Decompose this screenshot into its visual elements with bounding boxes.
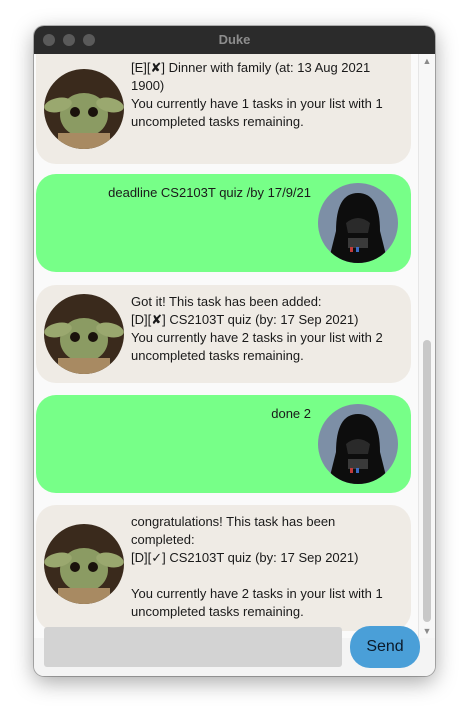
dialog-container[interactable]: [E][✘] Dinner with family (at: 13 Aug 20… xyxy=(34,54,435,638)
darth-vader-avatar-icon xyxy=(318,183,398,263)
user-message-text: deadline CS2103T quiz /by 17/9/21 xyxy=(108,185,311,200)
duke-message-bubble: congratulations! This task has been comp… xyxy=(36,505,411,631)
baby-yoda-avatar-icon xyxy=(44,524,124,604)
window-title: Duke xyxy=(218,32,251,47)
vertical-scrollbar[interactable]: ▲ ▼ xyxy=(418,54,435,638)
message-input[interactable] xyxy=(44,627,342,667)
user-message-bubble: done 2 xyxy=(36,395,411,493)
baby-yoda-avatar-icon xyxy=(44,294,124,374)
baby-yoda-avatar-icon xyxy=(44,69,124,149)
duke-message-bubble: Got it! This task has been added: [D][✘]… xyxy=(36,285,411,383)
title-bar: Duke xyxy=(34,26,435,54)
user-message-text: done 2 xyxy=(271,406,311,421)
user-message-bubble: deadline CS2103T quiz /by 17/9/21 xyxy=(36,174,411,272)
scroll-thumb[interactable] xyxy=(423,340,431,622)
scroll-up-icon[interactable]: ▲ xyxy=(419,54,435,68)
duke-message-text: congratulations! This task has been comp… xyxy=(131,514,383,619)
send-button[interactable]: Send xyxy=(350,626,420,668)
duke-message-text: [E][✘] Dinner with family (at: 13 Aug 20… xyxy=(131,60,383,129)
app-window: Duke [E][✘] Dinner with family (at: 13 A… xyxy=(34,26,435,676)
duke-message-text: Got it! This task has been added: [D][✘]… xyxy=(131,294,383,363)
scroll-down-icon[interactable]: ▼ xyxy=(419,624,435,638)
darth-vader-avatar-icon xyxy=(318,404,398,484)
duke-message-bubble: [E][✘] Dinner with family (at: 13 Aug 20… xyxy=(36,54,411,164)
